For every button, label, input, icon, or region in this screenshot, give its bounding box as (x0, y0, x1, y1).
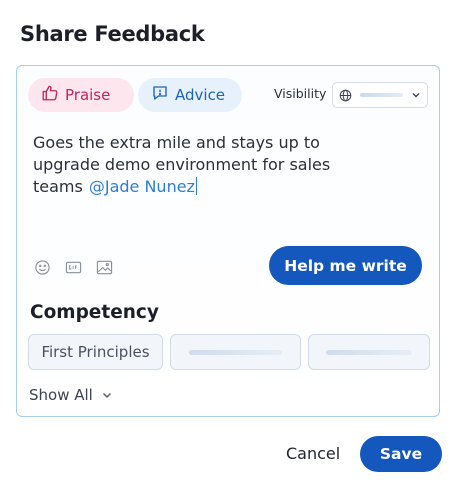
emoji-icon[interactable] (33, 258, 51, 276)
save-button[interactable]: Save (360, 436, 442, 472)
competency-chip-placeholder[interactable] (170, 334, 301, 370)
composer-toolbar (33, 258, 113, 276)
speech-bubble-icon (151, 84, 175, 106)
competency-chip-placeholder[interactable] (308, 334, 430, 370)
text-cursor (195, 177, 197, 195)
image-icon[interactable] (95, 258, 113, 276)
praise-chip[interactable]: Praise (28, 78, 134, 112)
competency-chip-label: First Principles (41, 343, 150, 361)
cancel-button[interactable]: Cancel (286, 444, 340, 463)
mention-tag[interactable]: @Jade Nunez (89, 177, 195, 196)
praise-label: Praise (65, 86, 111, 104)
competency-title: Competency (30, 302, 159, 323)
help-me-write-button[interactable]: Help me write (269, 246, 422, 285)
loading-skeleton (189, 349, 282, 355)
globe-icon (339, 89, 352, 101)
loading-skeleton (325, 349, 413, 355)
visibility-value-placeholder (360, 93, 403, 97)
show-all-toggle[interactable]: Show All (29, 386, 113, 404)
visibility-select[interactable] (332, 82, 428, 108)
feedback-card: Praise Advice Visibility Goes the extra … (16, 65, 440, 417)
dialog-title: Share Feedback (20, 22, 205, 46)
chevron-down-icon (102, 392, 111, 399)
visibility-label: Visibility (274, 86, 327, 101)
chevron-down-icon (412, 93, 420, 98)
advice-label: Advice (175, 86, 226, 104)
gif-icon[interactable] (64, 258, 82, 276)
thumbs-up-icon (41, 84, 65, 106)
show-all-label: Show All (29, 386, 93, 404)
advice-chip[interactable]: Advice (138, 78, 242, 112)
competency-chip-first-principles[interactable]: First Principles (28, 334, 163, 370)
feedback-message-input[interactable]: Goes the extra mile and stays up to upgr… (33, 132, 363, 198)
